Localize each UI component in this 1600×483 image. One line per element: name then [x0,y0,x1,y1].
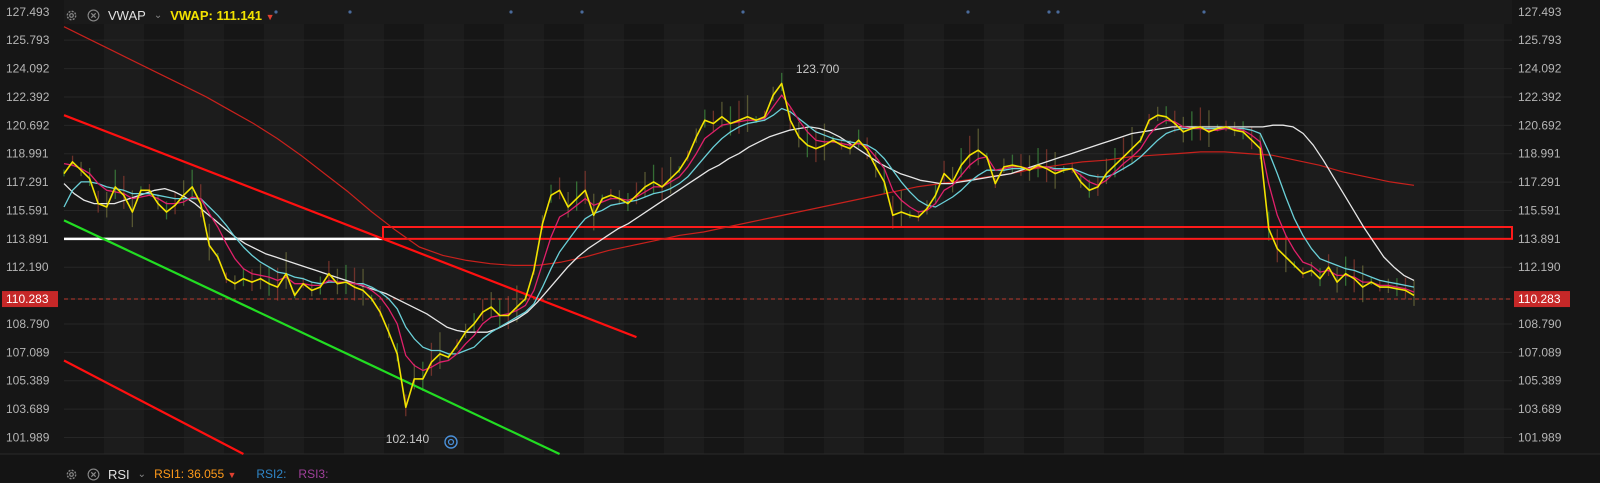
rsi-indicator-header: RSI ⌄ RSI1: 36.055 ▼ RSI2: RSI3: [64,465,328,483]
marker-dot [509,10,513,14]
vwap-value: 111.141 [216,7,263,23]
price-tick-label: 110.283 [6,292,49,306]
marker-dot [1047,10,1051,14]
price-tick-label: 127.493 [1518,5,1562,19]
vwap-value-label: VWAP: 111.141 ▼ [170,7,275,23]
price-tick-label: 110.283 [1518,292,1561,306]
rsi-name[interactable]: RSI [108,467,130,482]
price-tick-label: 122.392 [1518,90,1562,104]
gear-icon[interactable] [64,467,78,481]
price-tick-label: 101.989 [6,430,50,444]
price-tick-label: 112.190 [1518,260,1561,274]
price-tick-label: 124.092 [6,62,50,76]
chevron-down-icon[interactable]: ⌄ [154,10,162,21]
price-tick-label: 127.493 [6,5,50,19]
rsi1-value: 36.055 [187,467,225,481]
price-tick-label: 117.291 [1518,175,1561,189]
price-tick-label: 107.089 [1518,345,1562,359]
price-tick-label: 113.891 [1518,232,1561,246]
price-tick-label: 118.991 [6,147,49,161]
gear-icon[interactable] [64,8,78,22]
price-annotation: 102.140 [386,432,430,446]
marker-dot [1202,10,1206,14]
price-tick-label: 118.991 [1518,147,1561,161]
price-chart[interactable]: 127.493 127.493 125.793 125.793 124.092 124.0… [0,0,1600,482]
down-arrow-icon: ▼ [265,11,275,22]
chevron-down-icon[interactable]: ⌄ [138,469,146,480]
marker-dot [274,10,278,14]
vwap-indicator-header: VWAP ⌄ VWAP: 111.141 ▼ [64,6,275,24]
price-tick-label: 120.692 [6,118,50,132]
close-icon[interactable] [86,467,100,481]
marker-dot [966,10,970,14]
price-tick-label: 124.092 [1518,62,1562,76]
marker-dot [580,10,584,14]
price-tick-label: 122.392 [6,90,50,104]
price-tick-label: 105.389 [6,374,50,388]
price-tick-label: 125.793 [1518,33,1562,47]
marker-dot [348,10,352,14]
close-icon[interactable] [86,8,100,22]
price-tick-label: 115.591 [1518,203,1561,217]
rsi1-value-label: RSI1: 36.055 ▼ [154,467,237,481]
price-tick-label: 125.793 [6,33,50,47]
rsi3-label: RSI3: [298,467,329,481]
price-tick-label: 120.692 [1518,118,1562,132]
price-tick-label: 101.989 [1518,430,1562,444]
price-tick-label: 107.089 [6,345,50,359]
rsi2-label: RSI2: [256,467,287,481]
price-tick-label: 112.190 [6,260,49,274]
price-tick-label: 103.689 [1518,402,1562,416]
price-tick-label: 108.790 [1518,317,1562,331]
price-tick-label: 113.891 [6,232,49,246]
header-strip [64,0,1512,24]
vwap-name[interactable]: VWAP [108,8,146,23]
price-tick-label: 117.291 [6,175,49,189]
price-tick-label: 103.689 [6,402,50,416]
price-tick-label: 105.389 [1518,374,1562,388]
price-tick-label: 115.591 [6,203,49,217]
down-arrow-icon: ▼ [227,470,237,480]
price-annotation: 123.700 [796,62,840,76]
marker-dot [1056,10,1060,14]
marker-dot [741,10,745,14]
price-tick-label: 108.790 [6,317,50,331]
